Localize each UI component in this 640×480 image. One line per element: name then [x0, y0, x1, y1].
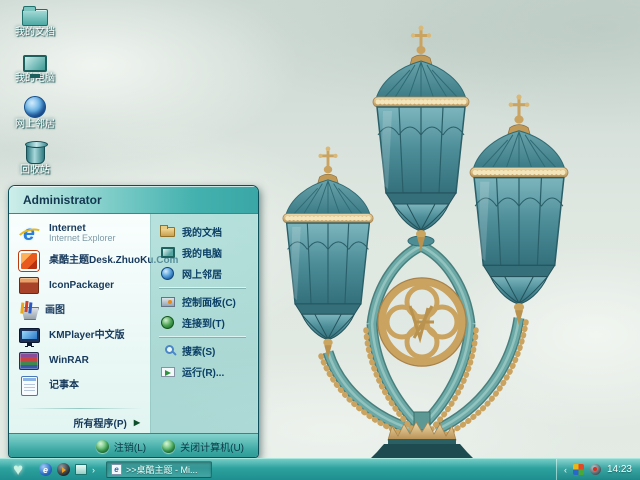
shut-down-label: 关闭计算机(U) — [180, 442, 244, 454]
task-button-label: >>桌酷主题 - Mi... — [126, 465, 198, 475]
desktop-icon-my-computer[interactable]: 我的电脑 — [4, 48, 66, 94]
zhuoku-theme-icon — [19, 250, 39, 271]
desktop-icon-list: 我的文档 我的电脑 网上邻居 回收站 — [4, 2, 66, 186]
menu-item-subtitle: Internet Explorer — [49, 232, 116, 243]
chevron-right-icon: ▶ — [133, 417, 140, 427]
menu-item-label: 网上邻居 — [182, 270, 222, 281]
menu-item-title: KMPlayer中文版 — [49, 330, 125, 341]
menu-item-label: 运行(R)... — [182, 368, 225, 379]
menu-item-label: 控制面板(C) — [182, 298, 236, 309]
desktop-icon-network-places[interactable]: 网上邻居 — [4, 94, 66, 140]
my-computer-icon — [160, 247, 175, 258]
menu-item-run[interactable]: 运行(R)... — [159, 361, 258, 382]
menu-item-paint[interactable]: 画图 — [9, 298, 150, 323]
menu-item-my-documents[interactable]: 我的文档 — [159, 221, 258, 242]
menu-item-my-computer[interactable]: 我的电脑 — [159, 242, 258, 263]
divider — [17, 408, 142, 409]
tray-status-icon[interactable] — [589, 464, 601, 475]
menu-item-connect-to[interactable]: 连接到(T) — [159, 312, 258, 333]
user-name: Administrator — [23, 192, 102, 207]
log-off-button[interactable]: 注销(L) — [95, 439, 147, 454]
log-off-icon — [95, 439, 109, 453]
search-icon — [164, 344, 174, 354]
menu-item-notepad[interactable]: 记事本 — [9, 373, 150, 398]
start-menu-left-column: Internet Internet Explorer 桌酷主题Desk.Zhuo… — [9, 214, 178, 433]
desktop-screen: 我的文档 我的电脑 网上邻居 回收站 Administrator e Inter… — [0, 0, 640, 480]
menu-item-title: IconPackager — [49, 280, 115, 291]
menu-item-zhuoku-theme[interactable]: 桌酷主题Desk.ZhuoKu.Com — [9, 248, 178, 273]
task-window-icon — [111, 464, 122, 475]
desktop-icon-label: 网上邻居 — [15, 119, 55, 130]
my-documents-icon — [22, 6, 48, 26]
menu-item-kmplayer[interactable]: KMPlayer中文版 — [9, 323, 150, 348]
internet-explorer-icon — [17, 221, 41, 245]
menu-item-network-places[interactable]: 网上邻居 — [159, 263, 258, 284]
control-panel-icon — [160, 296, 175, 307]
recycle-bin-icon — [24, 141, 48, 164]
taskbar-clock[interactable]: 14:23 — [607, 464, 632, 475]
tray-collapse-chevron-icon[interactable] — [564, 465, 567, 475]
shut-down-icon — [162, 439, 176, 453]
all-programs-button[interactable]: 所有程序(P) ▶ — [9, 411, 150, 433]
menu-item-title: 记事本 — [49, 380, 79, 391]
menu-item-title: Internet — [49, 222, 86, 234]
desktop-icon-label: 我的文档 — [15, 27, 55, 38]
start-menu: Administrator Internet Internet Explorer… — [8, 185, 259, 458]
quick-launch-media-player-icon[interactable] — [57, 463, 70, 476]
all-programs-label: 所有程序(P) — [73, 418, 127, 430]
start-menu-right-column: 我的文档 我的电脑 网上邻居 控制面板(C) 连接到(T) 搜索(S) 运行(R… — [151, 214, 258, 433]
menu-item-control-panel[interactable]: 控制面板(C) — [159, 291, 258, 312]
menu-item-search[interactable]: 搜索(S) — [159, 340, 258, 361]
winrar-icon — [19, 351, 39, 370]
my-computer-icon — [23, 55, 47, 76]
system-tray: 14:23 — [555, 459, 640, 480]
kmplayer-icon — [18, 328, 40, 346]
taskbar: >>桌酷主题 - Mi... 14:23 — [0, 458, 640, 480]
gold-monogram-ring — [377, 277, 467, 367]
quick-launch-internet-explorer-icon[interactable] — [39, 463, 52, 476]
desktop-icon-recycle-bin[interactable]: 回收站 — [4, 140, 66, 186]
start-menu-header: Administrator — [9, 186, 258, 214]
log-off-label: 注销(L) — [113, 442, 147, 454]
network-places-icon — [161, 267, 174, 280]
run-icon — [160, 366, 175, 377]
tray-theme-app-icon[interactable] — [572, 464, 584, 475]
taskbar-task-button[interactable]: >>桌酷主题 - Mi... — [106, 461, 212, 478]
quick-launch-expand-chevron-icon[interactable] — [92, 465, 95, 475]
paint-icon — [17, 300, 37, 321]
menu-item-label: 搜索(S) — [182, 347, 216, 358]
network-places-icon — [24, 96, 46, 118]
connect-to-icon — [161, 316, 174, 329]
divider — [159, 336, 246, 337]
menu-item-winrar[interactable]: WinRAR — [9, 348, 150, 373]
quick-launch-show-desktop-icon[interactable] — [75, 464, 87, 475]
menu-item-label: 我的文档 — [182, 228, 222, 239]
iconpackager-icon — [19, 277, 39, 294]
quick-launch — [36, 463, 98, 476]
menu-item-internet[interactable]: Internet Internet Explorer — [9, 218, 150, 248]
desktop-icon-label: 回收站 — [20, 165, 50, 176]
menu-item-iconpackager[interactable]: IconPackager — [9, 273, 150, 298]
menu-item-label: 我的电脑 — [182, 249, 222, 260]
divider — [159, 287, 246, 288]
notepad-icon — [20, 375, 38, 396]
desktop-icon-my-documents[interactable]: 我的文档 — [4, 2, 66, 48]
menu-item-title: WinRAR — [49, 355, 89, 366]
start-button-heart-icon[interactable] — [0, 459, 36, 480]
menu-item-label: 连接到(T) — [182, 319, 225, 330]
my-documents-icon — [160, 224, 175, 237]
shut-down-button[interactable]: 关闭计算机(U) — [162, 439, 244, 454]
start-menu-footer: 注销(L) 关闭计算机(U) — [9, 433, 258, 457]
menu-item-title: 画图 — [45, 305, 65, 316]
